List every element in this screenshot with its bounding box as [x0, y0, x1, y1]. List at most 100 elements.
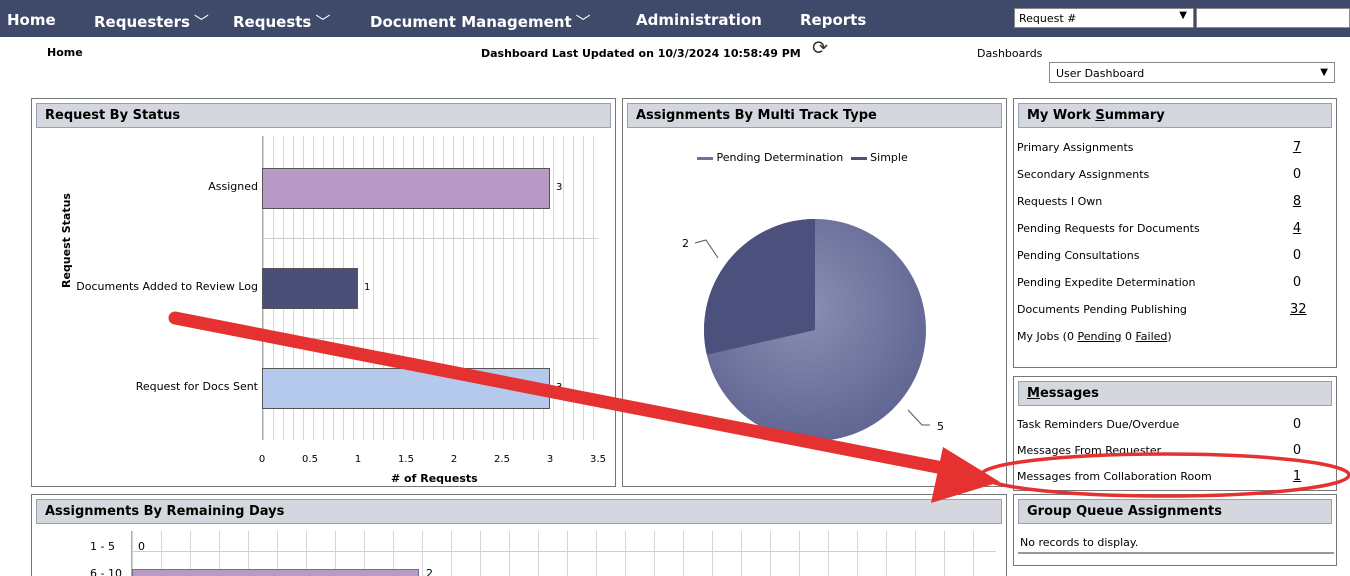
- remaining-bar-6-10: [132, 569, 419, 576]
- status-bar-value: 3: [556, 182, 563, 193]
- pie-chart: 2 5: [682, 219, 944, 441]
- dashboard-select[interactable]: User Dashboard ▼: [1049, 62, 1335, 83]
- chevron-down-icon: ﹀: [315, 13, 331, 31]
- remaining-value-1-5: 0: [138, 540, 145, 553]
- status-ylabel-wrap: [34, 217, 52, 247]
- status-x-tick: 0.5: [302, 454, 318, 465]
- work-summary-title-c: ummary: [1104, 108, 1165, 123]
- dashboard-select-value: User Dashboard: [1056, 67, 1145, 80]
- pie-leader-line: [694, 239, 719, 259]
- grid-line: [263, 238, 598, 239]
- my-jobs-suffix: ): [1167, 330, 1172, 343]
- messages-item-label: Messages from Collaboration Room: [1017, 470, 1212, 483]
- grid-line: [132, 551, 996, 552]
- work-summary-item-value: 0: [1292, 275, 1302, 290]
- pie-leader-line: [907, 409, 930, 426]
- multi-track-title: Assignments By Multi Track Type: [627, 103, 1002, 128]
- status-x-axis-label: # of Requests: [391, 472, 478, 485]
- status-y-axis-label: Request Status: [60, 193, 73, 288]
- work-summary-title-b: S: [1095, 108, 1105, 123]
- my-jobs-prefix: My Jobs (0: [1017, 330, 1078, 343]
- dashboard-last-updated: Dashboard Last Updated on 10/3/2024 10:5…: [481, 47, 801, 60]
- my-jobs-pending-link[interactable]: Pending: [1077, 330, 1121, 343]
- remaining-value-6-10: 2: [426, 567, 433, 576]
- status-x-tick: 1.5: [398, 454, 414, 465]
- nav-requesters[interactable]: Requesters ﹀: [94, 11, 209, 32]
- search-type-select[interactable]: Request # ▼: [1014, 8, 1194, 28]
- search-type-value: Request #: [1019, 12, 1077, 25]
- messages-item-value[interactable]: 1: [1290, 469, 1304, 484]
- legend-swatch-pending: [697, 156, 713, 160]
- legend-swatch-simple: [850, 156, 867, 160]
- messages-item-label: Task Reminders Due/Overdue: [1017, 418, 1180, 431]
- group-queue-panel: Group Queue Assignments: [1013, 494, 1337, 566]
- search-input[interactable]: [1196, 8, 1350, 28]
- my-jobs-mid: 0: [1121, 330, 1136, 343]
- legend-label-simple: Simple: [870, 151, 908, 164]
- messages-title-rest: essages: [1039, 386, 1099, 401]
- legend-label-pending: Pending Determination: [716, 151, 844, 164]
- status-x-tick: 3.5: [590, 454, 606, 465]
- remaining-days-title: Assignments By Remaining Days: [36, 499, 1002, 524]
- my-jobs-row: My Jobs (0 Pending 0 Failed): [1017, 330, 1172, 343]
- messages-item-value: 0: [1292, 443, 1302, 458]
- work-summary-item-value: 0: [1292, 167, 1302, 182]
- nav-home[interactable]: Home: [7, 11, 56, 29]
- status-x-tick: 3: [546, 454, 554, 465]
- status-x-tick: 1: [354, 454, 362, 465]
- status-bar[interactable]: [262, 268, 358, 309]
- status-category-label: Request for Docs Sent: [135, 380, 258, 393]
- work-summary-item-value[interactable]: 8: [1290, 194, 1304, 209]
- messages-item-label: Messages From Requester: [1017, 444, 1162, 457]
- nav-document-management-label: Document Management: [370, 13, 572, 31]
- chevron-down-icon: ﹀: [193, 13, 209, 31]
- messages-title: Messages: [1018, 381, 1332, 406]
- nav-requests[interactable]: Requests ﹀: [233, 11, 330, 32]
- work-summary-item-label: Secondary Assignments: [1017, 168, 1150, 181]
- remaining-cat-6-10: 6 - 10: [90, 567, 122, 576]
- work-summary-title: My Work Summary: [1018, 103, 1332, 128]
- dashboards-label: Dashboards: [977, 47, 1043, 60]
- group-queue-divider: [1018, 552, 1334, 554]
- grid-line: [263, 338, 598, 339]
- status-bar[interactable]: [262, 168, 550, 209]
- status-bar-value: 1: [364, 282, 371, 293]
- pie-label-simple: 5: [937, 420, 944, 433]
- status-bar[interactable]: [262, 368, 550, 409]
- refresh-icon[interactable]: ⟳: [812, 37, 828, 59]
- work-summary-item-label: Pending Expedite Determination: [1017, 276, 1196, 289]
- status-x-tick: 2: [450, 454, 458, 465]
- work-summary-item-label: Pending Requests for Documents: [1017, 222, 1200, 235]
- dropdown-arrow-icon: ▼: [1179, 10, 1187, 21]
- nav-document-management[interactable]: Document Management ﹀: [370, 11, 591, 32]
- work-summary-item-label: Primary Assignments: [1017, 141, 1134, 154]
- messages-title-m: M: [1027, 386, 1040, 401]
- work-summary-item-label: Pending Consultations: [1017, 249, 1140, 262]
- my-jobs-failed-link[interactable]: Failed: [1135, 330, 1167, 343]
- pie-legend: Pending Determination Simple: [697, 151, 908, 164]
- status-bar-value: 3: [556, 382, 563, 393]
- top-nav-bar: Home Requesters ﹀ Requests ﹀ Document Mana…: [0, 0, 1350, 37]
- work-summary-title-a: My Work: [1027, 108, 1096, 123]
- nav-requests-label: Requests: [233, 13, 312, 31]
- work-summary-item-value[interactable]: 4: [1290, 221, 1304, 236]
- messages-item-value: 0: [1292, 417, 1302, 432]
- remaining-cat-1-5: 1 - 5: [90, 540, 115, 553]
- work-summary-item-label: Requests I Own: [1017, 195, 1103, 208]
- nav-reports[interactable]: Reports: [800, 11, 866, 29]
- breadcrumb-home[interactable]: Home: [47, 46, 83, 59]
- work-summary-item-value[interactable]: 7: [1290, 140, 1304, 155]
- status-category-label: Documents Added to Review Log: [76, 280, 258, 293]
- chevron-down-icon: ﹀: [575, 13, 591, 31]
- work-summary-item-label: Documents Pending Publishing: [1017, 303, 1187, 316]
- request-by-status-title: Request By Status: [36, 103, 611, 128]
- work-summary-item-value: 0: [1292, 248, 1302, 263]
- nav-requesters-label: Requesters: [94, 13, 190, 31]
- nav-administration[interactable]: Administration: [636, 11, 762, 29]
- work-summary-item-value[interactable]: 32: [1290, 302, 1307, 317]
- status-x-tick: 2.5: [494, 454, 510, 465]
- dropdown-arrow-icon: ▼: [1320, 67, 1328, 78]
- group-queue-empty: No records to display.: [1020, 536, 1139, 549]
- status-category-label: Assigned: [208, 180, 258, 193]
- group-queue-title: Group Queue Assignments: [1018, 499, 1332, 524]
